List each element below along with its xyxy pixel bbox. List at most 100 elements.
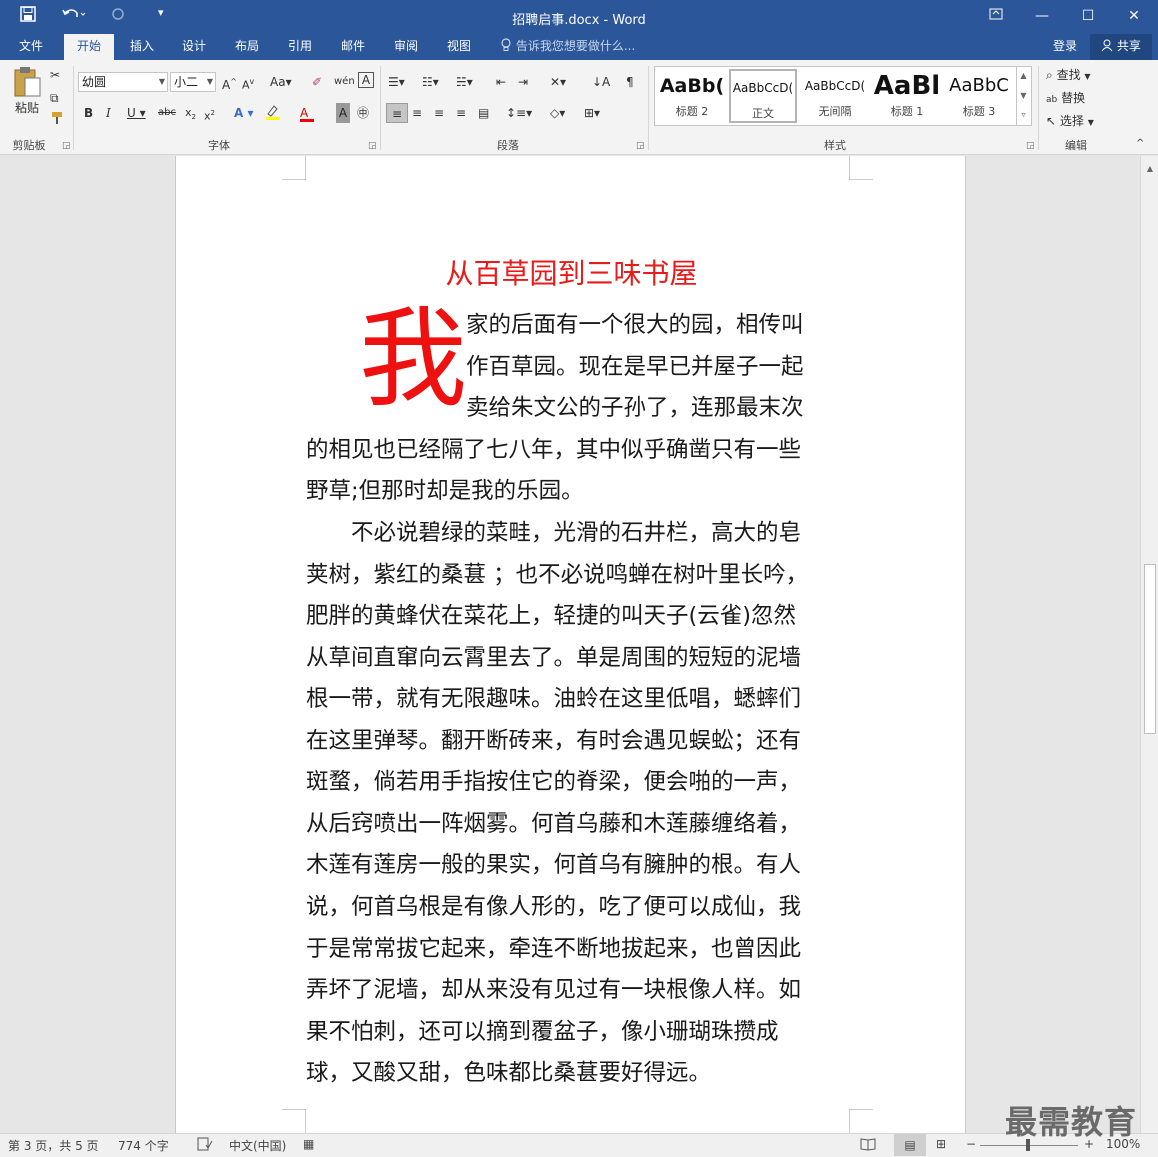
align-center-icon[interactable]: ≡ [412, 103, 422, 123]
find-button[interactable]: ⌕ 查找 ▼ [1046, 66, 1091, 83]
minimize-icon[interactable]: — [1022, 5, 1062, 27]
group-divider [1038, 66, 1039, 150]
font-size-combo[interactable]: 小二 ▼ [170, 72, 216, 92]
ribbon: 粘贴 ✂ ⧉ 剪贴板 ◲ 幼圆 ▼ 小二 ▼ A^ Av Aa▾ ✐ wén A… [0, 60, 1158, 155]
read-mode-icon[interactable] [860, 1137, 876, 1154]
highlight-icon[interactable] [264, 103, 282, 123]
style-no-spacing[interactable]: AaBbCcD( 无间隔 [801, 69, 869, 123]
style-heading3[interactable]: AaBbC 标题 3 [945, 69, 1013, 123]
replace-button[interactable]: ab 替换 [1046, 89, 1085, 106]
font-color-icon[interactable]: A [300, 103, 314, 123]
shading-icon[interactable]: ◇▾ [550, 103, 565, 123]
tab-design[interactable]: 设计 [172, 34, 216, 60]
align-left-icon[interactable]: ≡ [386, 103, 408, 123]
select-button[interactable]: ↖ 选择 ▼ [1046, 112, 1094, 129]
word-count[interactable]: 774 个字 [118, 1137, 169, 1154]
distributed-icon[interactable]: ▤ [478, 103, 489, 123]
font-launcher-icon[interactable]: ◲ [368, 141, 377, 151]
format-painter-icon[interactable] [50, 110, 66, 130]
maximize-icon[interactable]: ☐ [1068, 5, 1108, 27]
language-status[interactable]: 中文(中国) [229, 1137, 286, 1154]
tab-insert[interactable]: 插入 [120, 34, 164, 60]
tab-references[interactable]: 引用 [278, 34, 322, 60]
ribbon-display-icon[interactable] [976, 5, 1016, 27]
page-count[interactable]: 第 3 页，共 5 页 [8, 1137, 99, 1154]
tab-review[interactable]: 审阅 [384, 34, 428, 60]
zoom-out-icon[interactable]: − [966, 1137, 976, 1151]
share-label: 共享 [1116, 39, 1141, 53]
styles-scroll[interactable]: ▲ ▼ ▿ [1016, 66, 1030, 126]
char-shading-icon[interactable]: A [336, 103, 350, 123]
bullets-icon[interactable]: ☰▾ [388, 72, 405, 92]
style-normal[interactable]: AaBbCcD( 正文 [729, 69, 797, 123]
collapse-ribbon-icon[interactable]: ^ [1136, 134, 1144, 154]
web-layout-icon[interactable]: ⊞ [936, 1137, 946, 1151]
proofing-icon[interactable] [197, 1137, 213, 1154]
paragraph-launcher-icon[interactable]: ◲ [636, 141, 645, 151]
align-right-icon[interactable]: ≡ [434, 103, 444, 123]
more-styles-icon[interactable]: ▿ [1017, 106, 1030, 124]
chevron-down-icon: ▼ [1084, 72, 1091, 81]
share-button[interactable]: 共享 [1090, 34, 1152, 60]
clipboard-launcher-icon[interactable]: ◲ [62, 141, 71, 151]
strikethrough-icon[interactable]: abc [158, 103, 176, 123]
copy-icon[interactable]: ⧉ [50, 88, 59, 108]
paste-button[interactable]: 粘贴 [8, 64, 46, 124]
shrink-font-icon[interactable]: Av [242, 72, 254, 92]
underline-icon[interactable]: U ▾ [127, 103, 146, 123]
chevron-down-icon: ▼ [1087, 118, 1094, 127]
tab-mailings[interactable]: 邮件 [331, 34, 375, 60]
tell-me-text: 告诉我您想要做什么... [515, 39, 636, 53]
phonetic-guide-icon[interactable]: wén [334, 72, 355, 92]
numbering-icon[interactable]: ☷▾ [422, 72, 439, 92]
text-effects-icon[interactable]: A ▾ [234, 103, 254, 123]
font-name-combo[interactable]: 幼圆 ▼ [78, 72, 168, 92]
decrease-indent-icon[interactable]: ⇤ [496, 72, 506, 92]
show-marks-icon[interactable]: ¶ [626, 72, 634, 92]
justify-icon[interactable]: ≡ [456, 103, 466, 123]
increase-indent-icon[interactable]: ⇥ [518, 72, 528, 92]
sort-icon[interactable]: ↓A [592, 72, 610, 92]
change-case-icon[interactable]: Aa▾ [270, 72, 292, 92]
italic-icon[interactable]: I [106, 103, 111, 123]
drop-cap: 我 [359, 297, 468, 422]
text-line: 斑蝥，倘若用手指按住它的脊梁，便会啪的一声， [306, 769, 802, 795]
chevron-down-icon: ▼ [158, 77, 165, 86]
vertical-scrollbar[interactable]: ▲ [1140, 156, 1158, 1133]
char-border-icon[interactable]: A [358, 72, 374, 88]
login-link[interactable]: 登录 [1053, 34, 1077, 60]
tab-view[interactable]: 视图 [437, 34, 481, 60]
scroll-up-icon[interactable]: ▲ [1141, 164, 1158, 173]
cut-icon[interactable]: ✂ [50, 65, 60, 85]
chinese-layout-icon[interactable]: ✕▾ [550, 72, 566, 92]
crop-mark [282, 156, 306, 180]
close-icon[interactable]: ✕ [1114, 5, 1154, 27]
line-spacing-icon[interactable]: ↕≡▾ [506, 103, 532, 123]
style-heading2[interactable]: AaBb( 标题 2 [658, 69, 726, 123]
tab-file[interactable]: 文件 [8, 34, 54, 60]
scroll-thumb[interactable] [1144, 564, 1156, 734]
clear-format-icon[interactable]: ✐ [312, 72, 322, 92]
print-layout-icon[interactable]: ▤ [894, 1134, 926, 1156]
tab-layout[interactable]: 布局 [225, 34, 269, 60]
styles-group-label: 样式 [824, 139, 846, 152]
chevron-up-icon[interactable]: ▲ [1017, 66, 1030, 86]
multilevel-list-icon[interactable]: ☵▾ [456, 72, 473, 92]
superscript-icon[interactable]: x2 [204, 103, 215, 123]
page[interactable]: 从百草园到三味书屋 我 家的后面有一个很大的园，相传叫 作百草园。现在是早已并屋… [175, 156, 966, 1133]
tell-me-box[interactable]: 告诉我您想要做什么... [500, 34, 635, 60]
chevron-down-icon[interactable]: ▼ [1017, 86, 1030, 106]
macro-icon[interactable]: ▦ [303, 1137, 314, 1151]
lightbulb-icon [500, 38, 516, 53]
title-bar: ▾ 招聘启事.docx - Word — ☐ ✕ [0, 0, 1158, 34]
style-name: 标题 3 [962, 105, 996, 118]
status-bar: 第 3 页，共 5 页 774 个字 中文(中国) ▦ ▤ ⊞ − + 100% [0, 1133, 1158, 1157]
borders-icon[interactable]: ⊞▾ [584, 103, 600, 123]
tab-home[interactable]: 开始 [64, 34, 114, 60]
grow-font-icon[interactable]: A^ [222, 72, 237, 92]
enclose-char-icon[interactable]: ㊥ [357, 103, 369, 123]
style-heading1[interactable]: AaBl 标题 1 [873, 69, 941, 123]
bold-icon[interactable]: B [84, 103, 93, 123]
subscript-icon[interactable]: x2 [185, 103, 196, 123]
styles-launcher-icon[interactable]: ◲ [1026, 141, 1035, 151]
